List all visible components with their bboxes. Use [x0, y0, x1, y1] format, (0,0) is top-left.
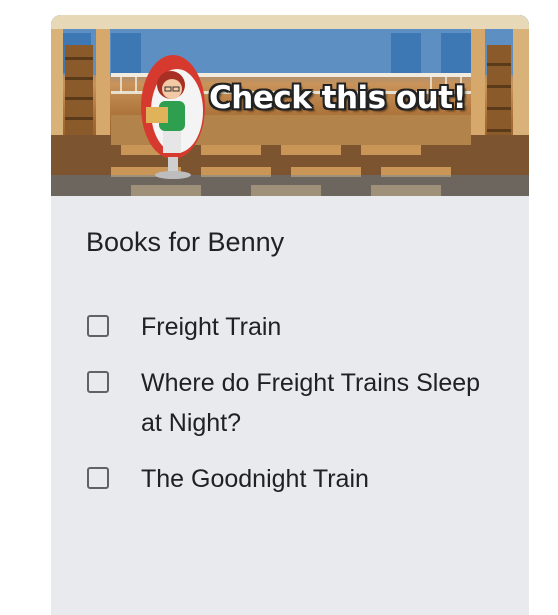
banner-title: Check this out! [209, 80, 467, 116]
checkbox[interactable] [87, 315, 109, 337]
list-card[interactable]: Check this out! Books for Benny Freight … [51, 15, 529, 615]
checklist-item: Freight Train [86, 307, 506, 347]
header-banner-image: Check this out! [51, 15, 529, 196]
checkbox[interactable] [87, 371, 109, 393]
checklist-item: Where do Freight Trains Sleep at Night? [86, 363, 506, 443]
checklist-item: The Goodnight Train [86, 459, 506, 499]
checklist: Freight Train Where do Freight Trains Sl… [86, 307, 506, 515]
list-title: Books for Benny [86, 227, 285, 257]
checklist-item-label: The Goodnight Train [141, 465, 369, 493]
checklist-item-label: Freight Train [141, 313, 282, 341]
checkbox[interactable] [87, 467, 109, 489]
checklist-item-label: Where do Freight Trains Sleep at Night? [141, 369, 481, 437]
